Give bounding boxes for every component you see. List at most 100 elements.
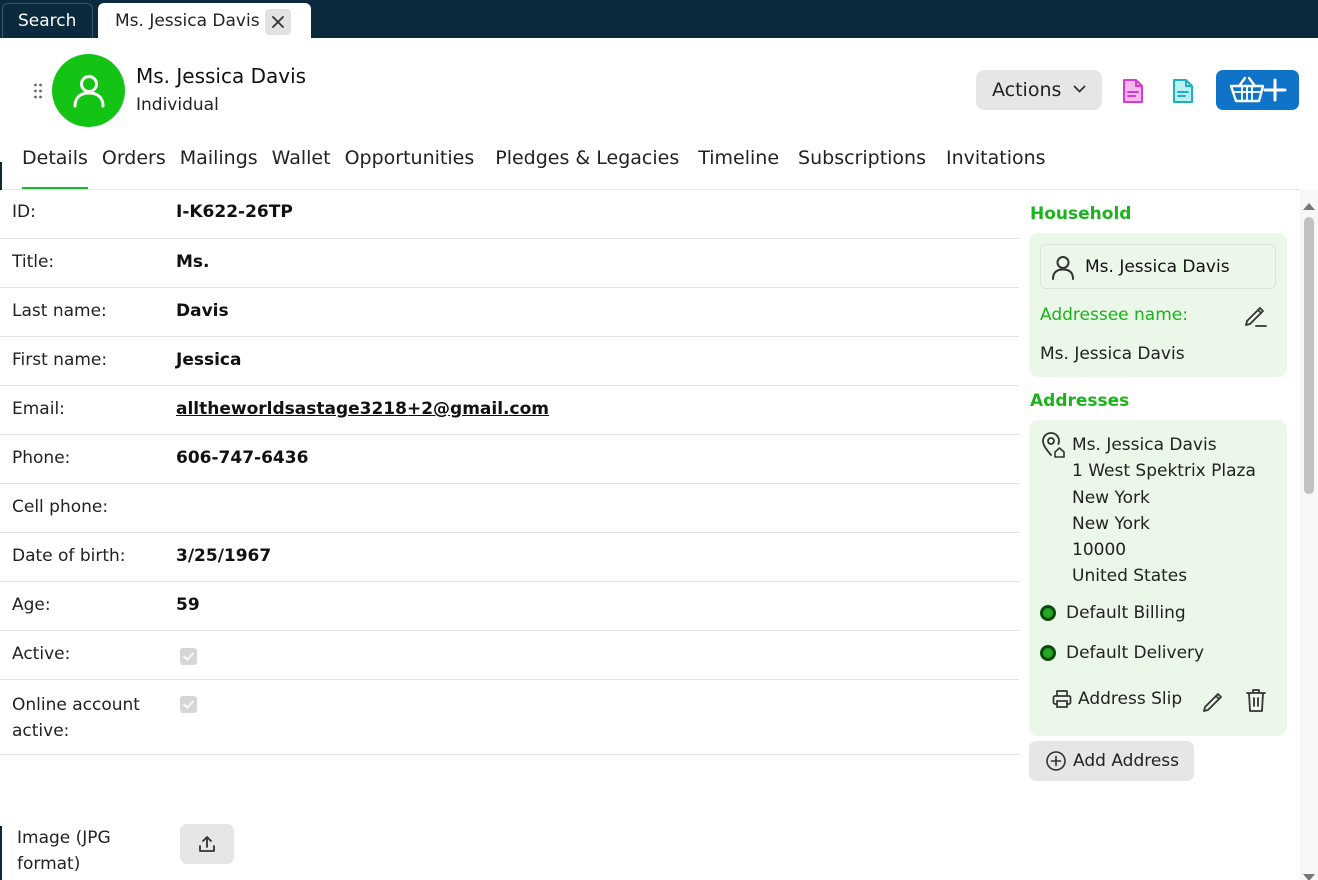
user-icon [73,74,104,107]
cell-phone-label: Cell phone: [12,497,109,517]
status-dot-icon [1040,605,1056,621]
dob-label: Date of birth: [12,546,126,566]
image-label: Image (JPG format) [17,825,111,877]
tab-person[interactable]: Ms. Jessica Davis [98,3,311,38]
check-icon [183,652,194,661]
actions-dropdown-button[interactable]: Actions [976,70,1102,110]
address-slip-label: Address Slip [1078,689,1183,709]
tab-wallet[interactable]: Wallet [272,144,331,190]
page-title: Ms. Jessica Davis [136,64,307,88]
tab-mailings[interactable]: Mailings [180,144,258,190]
table-row: Phone: 606-747-6436 [0,435,1019,484]
household-card: Ms. Jessica Davis Addressee name: Ms. Je… [1029,233,1287,377]
addresses-title: Addresses [1030,391,1130,411]
address-line: United States [1072,566,1188,587]
chevron-down-icon [1073,85,1086,93]
detail-tabs: Details Orders Mailings Wallet Opportuni… [22,144,1060,190]
scrollbar-thumb[interactable] [1304,217,1314,494]
address-lines: Ms. Jessica Davis 1 West Spektrix Plaza … [1072,432,1256,590]
phone-label: Phone: [12,448,71,468]
addressee-value: Ms. Jessica Davis [1040,344,1185,364]
title-value: Ms. [176,252,210,272]
household-member[interactable]: Ms. Jessica Davis [1040,244,1276,289]
household-member-name: Ms. Jessica Davis [1085,257,1230,277]
address-line: 1 West Spektrix Plaza [1072,461,1256,482]
table-row: ID: I-K622-26TP [0,190,1019,239]
phone-value: 606-747-6436 [176,448,309,468]
table-row: First name: Jessica [0,337,1019,386]
last-name-label: Last name: [12,301,107,321]
document-pink-icon[interactable] [1121,78,1145,108]
plus-circle-icon [1046,751,1066,771]
default-delivery-indicator: Default Delivery [1040,643,1204,663]
online-account-label-line1: Online account [12,695,140,715]
id-value: I-K622-26TP [176,202,293,222]
printer-icon [1052,690,1072,708]
upload-icon [199,836,215,852]
scroll-down-arrow-icon[interactable] [1302,868,1316,880]
tab-pledges-legacies[interactable]: Pledges & Legacies [495,144,679,190]
tab-details[interactable]: Details [22,144,88,190]
tab-subscriptions[interactable]: Subscriptions [798,144,926,190]
user-icon [1052,256,1074,280]
online-account-label: Online account active: [12,692,140,744]
table-row: Active: [0,631,1019,680]
actions-label: Actions [992,79,1062,101]
left-edge-marker [0,162,2,190]
table-row: Age: 59 [0,582,1019,631]
tab-invitations[interactable]: Invitations [946,144,1046,190]
address-line: New York [1072,513,1150,534]
table-row: Title: Ms. [0,239,1019,288]
default-billing-label: Default Billing [1066,603,1186,623]
edit-pencil-icon[interactable] [1200,686,1228,718]
active-label: Active: [12,644,71,664]
close-icon[interactable] [265,9,291,35]
add-to-basket-button[interactable] [1216,70,1299,110]
first-name-label: First name: [12,350,108,370]
drag-handle-icon[interactable] [33,82,43,100]
document-teal-icon[interactable] [1171,78,1195,108]
tab-timeline[interactable]: Timeline [698,144,779,190]
email-link[interactable]: alltheworldsastage3218+2@gmail.com [176,399,549,419]
default-delivery-label: Default Delivery [1066,643,1205,663]
email-label: Email: [12,399,65,419]
top-tab-bar: Search Ms. Jessica Davis [0,0,1318,38]
table-row: Date of birth: 3/25/1967 [0,533,1019,582]
tab-person-label: Ms. Jessica Davis [115,11,260,31]
add-address-label: Add Address [1073,751,1180,771]
default-billing-indicator: Default Billing [1040,603,1186,623]
address-slip-button[interactable]: Address Slip [1051,688,1182,710]
address-line: New York [1072,487,1150,508]
person-type: Individual [136,95,219,115]
tab-opportunities[interactable]: Opportunities [345,144,475,190]
scroll-up-arrow-icon[interactable] [1302,196,1316,215]
upload-image-button[interactable] [180,824,234,864]
image-label-line2: format) [17,854,81,874]
left-edge-marker [0,826,2,880]
age-label: Age: [12,595,51,615]
address-line: 10000 [1072,540,1127,561]
tab-search[interactable]: Search [2,3,93,38]
title-label: Title: [12,252,55,272]
id-label: ID: [12,202,36,222]
avatar [52,54,125,127]
edit-pencil-icon[interactable] [1241,300,1271,334]
table-row: Email: alltheworldsastage3218+2@gmail.co… [0,386,1019,435]
table-row: Online account active: [0,680,1019,755]
dob-value: 3/25/1967 [176,546,272,566]
add-address-button[interactable]: Add Address [1029,741,1194,781]
household-title: Household [1030,204,1132,224]
online-account-checkbox[interactable] [180,696,197,713]
trash-icon[interactable] [1244,687,1268,717]
last-name-value: Davis [176,301,229,321]
age-value: 59 [176,595,200,615]
table-row: Last name: Davis [0,288,1019,337]
location-home-icon [1040,431,1066,463]
basket-plus-icon [1229,76,1286,103]
address-card: Ms. Jessica Davis 1 West Spektrix Plaza … [1029,420,1287,736]
status-dot-icon [1040,645,1056,661]
tab-orders[interactable]: Orders [102,144,166,190]
image-label-line1: Image (JPG [17,828,111,848]
address-line: Ms. Jessica Davis [1072,435,1217,455]
active-checkbox[interactable] [180,648,197,665]
